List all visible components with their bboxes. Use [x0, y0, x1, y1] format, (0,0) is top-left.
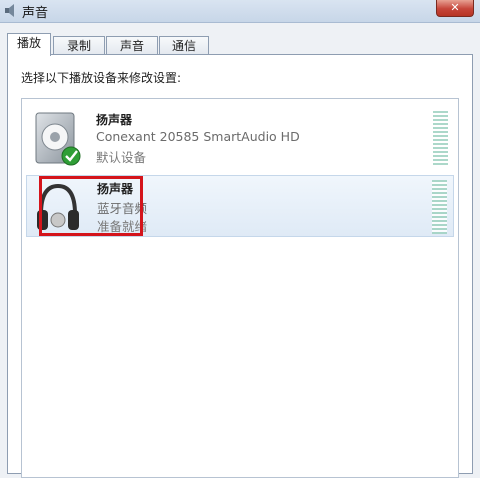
close-icon: ✕: [450, 1, 460, 14]
speaker-icon: [5, 4, 14, 17]
speaker-icon: [35, 112, 81, 166]
playback-panel: 选择以下播放设备来修改设置: 扬声器 Conexant 20585 SmartA…: [7, 54, 473, 478]
device-item-speaker[interactable]: 扬声器 Conexant 20585 SmartAudio HD 默认设备: [26, 107, 454, 169]
tab-sounds[interactable]: 声音: [106, 36, 158, 54]
title-bar: 声音 ✕: [0, 0, 480, 23]
close-button[interactable]: ✕: [436, 0, 474, 17]
device-name: 扬声器: [96, 113, 133, 127]
annotation-highlight-box: [39, 176, 143, 236]
volume-meter: [432, 180, 447, 234]
tab-playback[interactable]: 播放: [7, 33, 51, 56]
device-status: 默认设备: [96, 150, 147, 165]
device-description: Conexant 20585 SmartAudio HD: [96, 129, 300, 144]
tab-communications[interactable]: 通信: [159, 36, 209, 54]
window-title: 声音: [22, 6, 49, 21]
instruction-text: 选择以下播放设备来修改设置:: [21, 71, 182, 85]
tab-recording[interactable]: 录制: [53, 36, 105, 54]
volume-meter: [433, 111, 448, 165]
checkmark-icon: [61, 146, 81, 166]
device-list[interactable]: 扬声器 Conexant 20585 SmartAudio HD 默认设备 扬声…: [21, 98, 459, 478]
